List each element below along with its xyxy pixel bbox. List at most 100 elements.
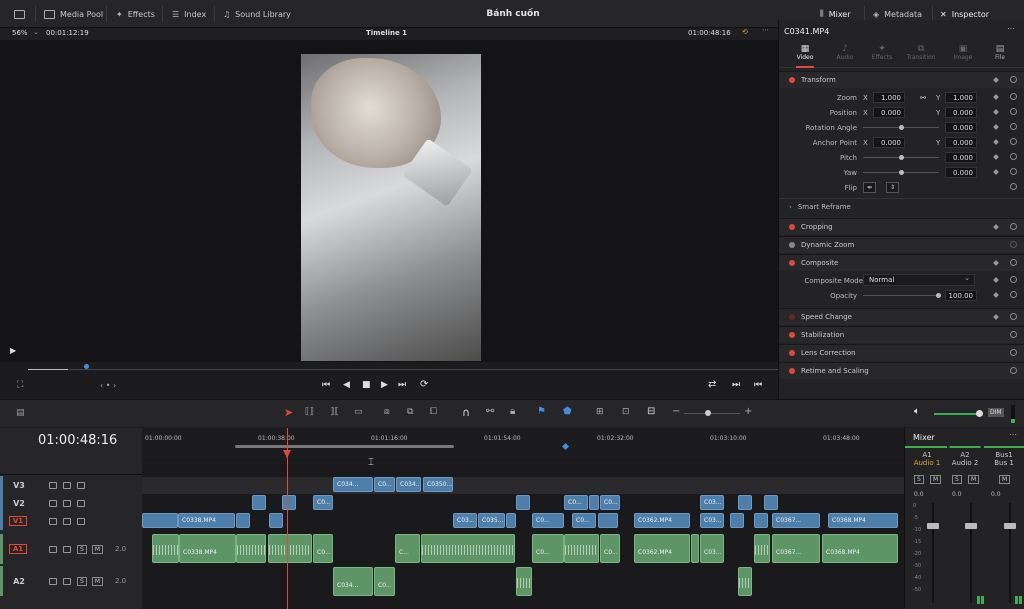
audio-clip[interactable]: C0368.MP4 (822, 534, 898, 563)
auto-select-icon[interactable] (63, 499, 71, 507)
media-pool-button[interactable]: Media Pool (44, 0, 103, 28)
audio-clip[interactable]: C034... (333, 567, 373, 596)
clip[interactable]: C0... (313, 495, 333, 510)
enable-toggle[interactable] (789, 242, 795, 248)
lock-icon[interactable] (49, 577, 57, 585)
clip[interactable] (589, 495, 599, 510)
zoom-slider[interactable] (684, 413, 740, 414)
flip-vertical-icon[interactable]: ⇕ (886, 182, 899, 193)
clip[interactable] (252, 495, 266, 510)
blade-tool-icon[interactable]: ▭ (354, 407, 363, 417)
solo-button[interactable]: S (77, 544, 87, 554)
audio-clip[interactable] (516, 567, 532, 596)
sync-icon[interactable]: ⟲ (742, 28, 748, 36)
clip[interactable] (506, 513, 516, 528)
keyframe-icon[interactable] (993, 124, 999, 130)
lock-icon[interactable]: 🔒︎ (510, 406, 515, 417)
lock-icon[interactable] (49, 517, 57, 525)
keyframe-icon[interactable] (993, 109, 999, 115)
zoom-detail-icon[interactable]: ⊡ (622, 407, 630, 417)
lens-correction-header[interactable]: Lens Correction (779, 344, 1024, 361)
reset-icon[interactable] (1010, 241, 1017, 248)
track-v2-header[interactable]: V2 (0, 494, 142, 512)
auto-select-icon[interactable] (63, 577, 71, 585)
reset-icon[interactable] (1010, 223, 1017, 230)
volume-slider[interactable] (934, 413, 980, 415)
track-name[interactable]: V1 (9, 516, 27, 526)
track-a1-header[interactable]: A1 S M 2.0 (0, 534, 142, 564)
opacity-slider[interactable] (863, 295, 939, 296)
clip[interactable] (142, 513, 178, 528)
mute-button[interactable]: M (930, 475, 942, 484)
opacity-field[interactable]: 100.00 (945, 290, 977, 301)
keyframe-icon[interactable] (993, 224, 999, 230)
timeline-selector[interactable]: Timeline 1 (366, 29, 407, 37)
timeline-marker[interactable] (561, 442, 570, 451)
workspace-toggle-button[interactable] (14, 0, 25, 28)
tab-audio[interactable]: ♪ Audio (833, 44, 857, 61)
lock-icon[interactable] (49, 545, 57, 553)
clip[interactable] (516, 495, 530, 510)
clip[interactable]: C0... (572, 513, 596, 528)
clip[interactable]: C0... (600, 495, 620, 510)
stop-icon[interactable]: ■ (362, 380, 371, 390)
opacity-slider-handle[interactable] (936, 293, 941, 298)
cropping-header[interactable]: Cropping (779, 218, 1024, 235)
reset-icon[interactable] (1010, 153, 1017, 160)
flag-icon[interactable]: ⚑ (537, 406, 546, 417)
clip[interactable]: C034... (396, 477, 421, 492)
speaker-icon[interactable]: 🔈︎ (914, 406, 920, 417)
clip[interactable]: C03... (453, 513, 477, 528)
timeline-scroll-bar[interactable] (235, 445, 454, 448)
tab-video[interactable]: ▦ Video (793, 44, 817, 61)
clip[interactable] (730, 513, 744, 528)
track-v3-header[interactable]: V3 (0, 476, 142, 494)
clip[interactable]: C0... (564, 495, 588, 510)
audio-clip[interactable] (152, 534, 179, 563)
clip[interactable] (282, 495, 296, 510)
reset-icon[interactable] (1010, 259, 1017, 266)
enable-toggle[interactable] (789, 350, 795, 356)
reset-icon[interactable] (1010, 313, 1017, 320)
lock-icon[interactable] (49, 481, 57, 489)
scrub-handle[interactable] (84, 364, 89, 369)
tab-image[interactable]: ▣ Image (951, 44, 975, 61)
keyframe-icon[interactable] (993, 277, 999, 283)
mute-button[interactable]: M (968, 475, 980, 484)
auto-select-icon[interactable] (63, 481, 71, 489)
enable-toggle[interactable] (789, 314, 795, 320)
fader-handle[interactable] (1004, 523, 1016, 529)
reset-icon[interactable] (1010, 367, 1017, 374)
more-options-icon[interactable]: ⋯ (762, 26, 769, 34)
track-v3-lane[interactable] (142, 477, 904, 494)
rotation-slider-handle[interactable] (899, 125, 904, 130)
anchor-x-field[interactable]: 0.000 (873, 137, 905, 148)
zoom-out-icon[interactable]: − (672, 406, 680, 417)
auto-select-icon[interactable] (63, 517, 71, 525)
reset-icon[interactable] (1010, 138, 1017, 145)
composite-mode-select[interactable]: Normal ⌄ (863, 274, 975, 286)
clip[interactable]: C03... (700, 495, 724, 510)
marker-icon[interactable]: ⬟ (563, 406, 572, 417)
pitch-slider-handle[interactable] (899, 155, 904, 160)
timeline-view-options-icon[interactable]: ▤ (16, 408, 25, 418)
reset-icon[interactable] (1010, 108, 1017, 115)
smart-reframe-header[interactable]: › Smart Reframe (779, 198, 1024, 215)
loop-icon[interactable]: ⟳ (420, 379, 428, 390)
audio-clip[interactable]: C0362.MP4 (634, 534, 690, 563)
keyframe-icon[interactable] (993, 139, 999, 145)
audio-clip[interactable] (268, 534, 312, 563)
sound-library-button[interactable]: ♫ Sound Library (223, 0, 291, 28)
audio-clip[interactable] (564, 534, 599, 563)
go-to-end-icon[interactable]: ⏭ (398, 380, 406, 390)
clip[interactable]: C0338.MP4 (178, 513, 235, 528)
clip[interactable]: C034... (333, 477, 373, 492)
next-edit-icon[interactable]: ⏭ (732, 380, 740, 390)
clip[interactable]: C0367... (772, 513, 820, 528)
auto-select-icon[interactable] (63, 545, 71, 553)
mute-button[interactable]: M (999, 475, 1011, 484)
clip[interactable]: C0368.MP4 (828, 513, 898, 528)
audio-clip[interactable] (421, 534, 515, 563)
monitor-icon[interactable] (77, 517, 85, 525)
solo-button[interactable]: S (914, 475, 924, 484)
